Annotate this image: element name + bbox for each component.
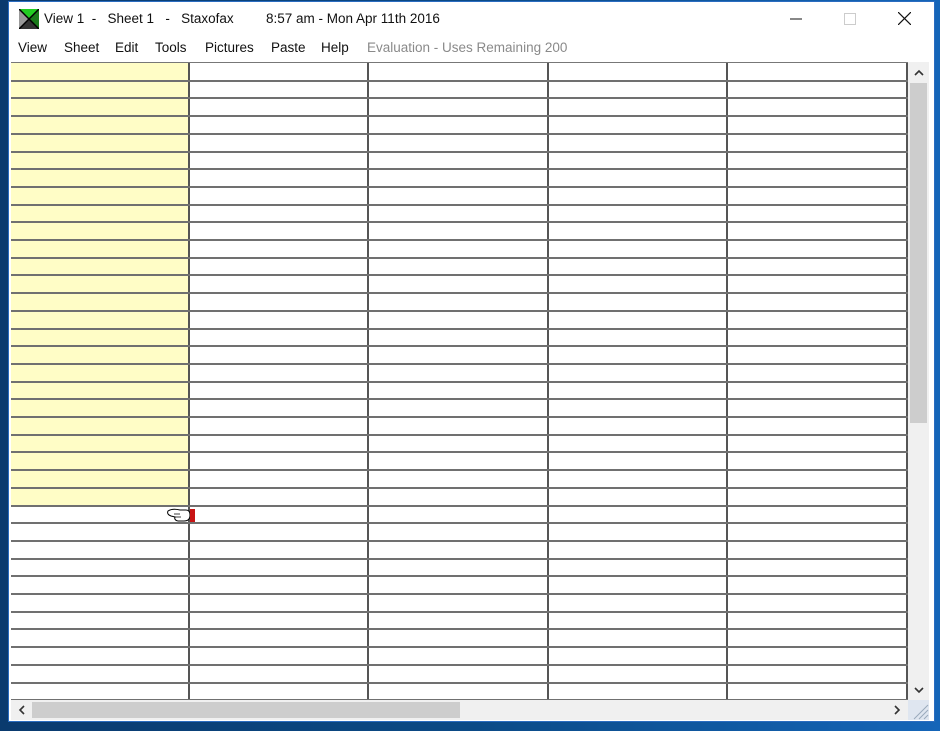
row-divider [11, 115, 908, 118]
scroll-left-button[interactable] [11, 700, 32, 720]
resize-grip-icon [913, 704, 929, 720]
row-divider [11, 327, 908, 330]
window-title: View 1 - Sheet 1 - Staxofax [44, 11, 234, 26]
row-divider [11, 185, 908, 188]
row-divider [11, 203, 908, 206]
resize-grip[interactable] [908, 700, 929, 720]
row-divider [11, 433, 908, 436]
app-icon [19, 9, 39, 29]
vertical-scroll-thumb[interactable] [910, 83, 927, 423]
maximize-icon [844, 12, 856, 25]
menu-view[interactable]: View [18, 40, 47, 55]
menu-bar: View Sheet Edit Tools Pictures Paste Hel… [9, 38, 934, 60]
chevron-left-icon [18, 705, 25, 715]
row-divider [11, 416, 908, 418]
evaluation-notice: Evaluation - Uses Remaining 200 [367, 40, 568, 55]
row-divider [11, 150, 908, 153]
row-divider [11, 256, 908, 259]
pointing-hand-cursor [167, 508, 195, 522]
sheet-grid[interactable] [11, 62, 908, 701]
chevron-down-icon [913, 686, 924, 693]
row-divider [11, 274, 908, 277]
row-divider [11, 398, 908, 401]
title-bar[interactable]: View 1 - Sheet 1 - Staxofax 8:57 am - Mo… [9, 2, 934, 35]
row-divider [11, 168, 908, 171]
minimize-button[interactable] [773, 2, 819, 35]
row-divider [11, 646, 908, 649]
maximize-button[interactable] [827, 2, 873, 35]
row-divider [11, 593, 908, 595]
row-divider [11, 79, 908, 82]
row-divider [11, 239, 908, 241]
menu-paste[interactable]: Paste [271, 40, 306, 55]
vertical-scrollbar[interactable] [908, 62, 929, 700]
row-divider [11, 557, 908, 560]
row-divider [11, 221, 908, 224]
row-divider [11, 362, 908, 365]
chevron-up-icon [913, 69, 924, 76]
scroll-down-button[interactable] [908, 680, 929, 700]
minimize-icon [790, 18, 802, 19]
row-divider [11, 486, 908, 489]
row-divider [11, 539, 908, 542]
chevron-right-icon [894, 705, 901, 715]
row-divider [11, 345, 908, 348]
app-window: View 1 - Sheet 1 - Staxofax 8:57 am - Mo… [8, 1, 935, 722]
row-divider [11, 469, 908, 472]
close-icon [897, 12, 911, 25]
menu-tools[interactable]: Tools [155, 40, 187, 55]
row-divider [11, 663, 908, 666]
menu-help[interactable]: Help [321, 40, 349, 55]
menu-pictures[interactable]: Pictures [205, 40, 254, 55]
row-divider [11, 132, 908, 135]
scroll-up-button[interactable] [908, 62, 929, 82]
horizontal-scrollbar[interactable] [11, 700, 908, 720]
row-divider [11, 292, 908, 295]
horizontal-scroll-thumb[interactable] [32, 702, 460, 718]
row-divider [11, 575, 908, 578]
row-divider [11, 97, 908, 100]
row-divider [11, 628, 908, 631]
row-divider [11, 380, 908, 383]
row-divider [11, 451, 908, 454]
row-divider [11, 610, 908, 613]
scroll-right-button[interactable] [887, 700, 908, 720]
row-divider [11, 681, 908, 684]
menu-edit[interactable]: Edit [115, 40, 138, 55]
row-divider [11, 522, 908, 525]
row-divider [11, 504, 908, 507]
menu-sheet[interactable]: Sheet [64, 40, 99, 55]
title-clock: 8:57 am - Mon Apr 11th 2016 [266, 11, 440, 26]
close-button[interactable] [881, 2, 927, 35]
row-divider [11, 309, 908, 312]
